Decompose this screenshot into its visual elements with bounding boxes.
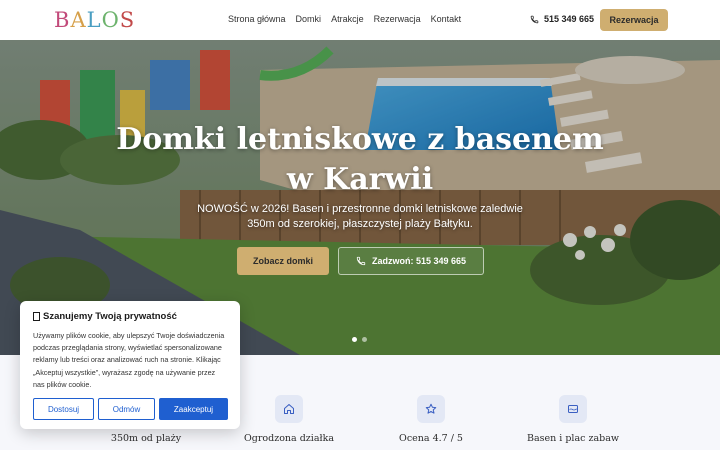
logo[interactable]: BALOS [54,8,135,32]
slider-dots [352,337,367,342]
see-houses-button[interactable]: Zobacz domki [237,247,329,275]
phone-icon [356,256,366,266]
phone-icon [530,15,539,23]
logo-letter: O [101,8,120,32]
cookie-consent-dialog: Szanujemy Twoją prywatność Używamy plikó… [20,301,240,429]
feature-pool: Basen i plac zabaw [503,395,643,444]
home-icon [275,395,303,423]
cookie-buttons: Dostosuj Odmów Zaakceptuj [33,398,228,420]
cookie-accept-button[interactable]: Zaakceptuj [159,398,228,420]
header-reserve-button[interactable]: Rezerwacja [600,9,668,31]
cookie-customize-button[interactable]: Dostosuj [33,398,94,420]
feature-label: Basen i plac zabaw [526,433,619,444]
feature-label: Ogrodzona działka [243,433,335,444]
nav-home[interactable]: Strona główna [228,14,286,24]
hero-title: Domki letniskowe z basenem w Karwii [116,122,604,197]
logo-letter: L [86,8,102,32]
pool-icon [559,395,587,423]
header-phone-number: 515 349 665 [544,14,595,24]
cookie-reject-button[interactable]: Odmów [98,398,155,420]
cookie-title: Szanujemy Twoją prywatność [33,311,227,322]
nav-reservation[interactable]: Rezerwacja [374,14,421,24]
hero-subtitle: NOWOŚĆ w 2026! Basen i przestronne domki… [197,203,523,230]
feature-rating: Ocena 4.7 / 5 [361,395,501,444]
feature-label: Ocena 4.7 / 5 [399,433,463,444]
nav-contact[interactable]: Kontakt [431,14,462,24]
slider-dot[interactable] [362,337,367,342]
star-icon [417,395,445,423]
cookie-title-text: Szanujemy Twoją prywatność [43,311,177,322]
logo-letter: S [119,8,136,32]
feature-fenced: Ogrodzona działka [219,395,359,444]
cookie-text: Używamy plików cookie, aby ulepszyć Twoj… [33,331,225,389]
nav-attractions[interactable]: Atrakcje [331,14,364,24]
call-button-label: Zadzwoń: 515 349 665 [371,256,467,266]
logo-letter: A [70,8,87,32]
cookie-icon [33,312,40,321]
logo-letter: B [54,8,71,32]
call-button[interactable]: Zadzwoń: 515 349 665 [338,247,484,275]
header-phone-link[interactable]: 515 349 665 [530,14,594,24]
slider-dot[interactable] [352,337,357,342]
nav-houses[interactable]: Domki [296,14,322,24]
feature-label: 350m od plaży [110,433,182,444]
main-nav: Strona główna Domki Atrakcje Rezerwacja … [228,14,461,24]
site-header: BALOS Strona główna Domki Atrakcje Rezer… [0,0,720,40]
